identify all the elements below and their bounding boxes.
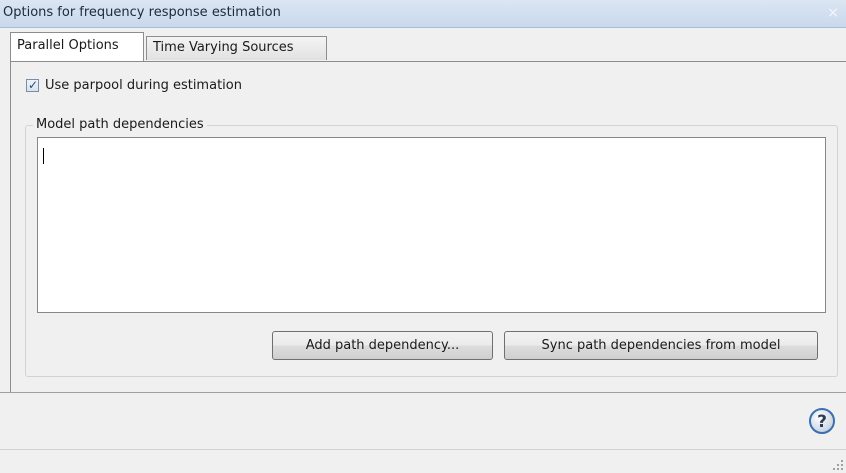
group-title: Model path dependencies	[33, 117, 207, 132]
svg-text:?: ?	[817, 412, 827, 432]
model-path-dependencies-group: Model path dependencies Add path depende…	[25, 117, 838, 377]
footer-divider	[0, 392, 846, 393]
checkmark-icon: ✓	[28, 78, 39, 92]
add-path-dependency-button[interactable]: Add path dependency...	[272, 331, 493, 360]
title-bar[interactable]: Options for frequency response estimatio…	[0, 0, 846, 28]
use-parpool-label[interactable]: Use parpool during estimation	[45, 78, 242, 93]
tab-time-varying-sources[interactable]: Time Varying Sources	[146, 36, 327, 60]
use-parpool-checkbox[interactable]: ✓	[26, 78, 39, 92]
close-icon[interactable]: ×	[824, 3, 842, 23]
help-icon[interactable]: ?	[808, 407, 836, 435]
status-bar	[0, 449, 846, 473]
dialog-window: Options for frequency response estimatio…	[0, 0, 846, 473]
resize-grip-icon[interactable]	[832, 459, 844, 471]
text-caret	[43, 148, 44, 164]
sync-path-dependencies-button[interactable]: Sync path dependencies from model	[504, 331, 818, 360]
parallel-options-panel: ✓ Use parpool during estimation Model pa…	[10, 61, 846, 392]
path-dependencies-textarea[interactable]	[37, 137, 826, 313]
tab-parallel-options[interactable]: Parallel Options	[10, 32, 144, 61]
window-title: Options for frequency response estimatio…	[3, 5, 281, 20]
